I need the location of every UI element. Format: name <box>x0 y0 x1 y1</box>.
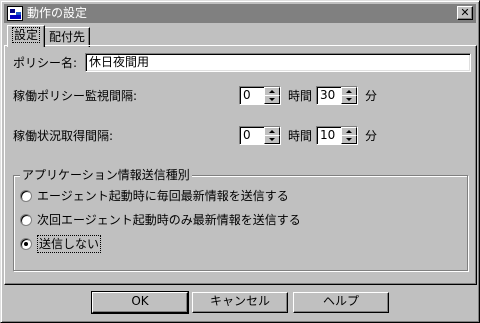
policy-name-label: ポリシー名: <box>13 56 78 70</box>
radio-do-not-send-label: 送信しない <box>37 235 102 253</box>
title-bar[interactable]: 動作の設定 ✕ <box>4 4 476 23</box>
radio-send-every-start-label: エージェント起動時に毎回最新情報を送信する <box>37 189 289 203</box>
status-hours-unit: 時間 <box>288 129 313 143</box>
tab-distribution[interactable]: 配付先 <box>44 27 91 47</box>
app-info-group-title: アプリケーション情報送信種別 <box>20 167 192 183</box>
settings-panel: ポリシー名: 休日夜間用 稼働ポリシー監視間隔: 0 時間 30 分 稼働状況取… <box>4 45 477 285</box>
monitor-minutes-unit: 分 <box>365 89 378 103</box>
monitor-interval-label: 稼働ポリシー監視間隔: <box>13 89 138 103</box>
tab-distribution-label: 配付先 <box>49 30 86 44</box>
status-interval-label: 稼働状況取得間隔: <box>13 129 114 143</box>
status-hours-value: 0 <box>243 128 251 142</box>
monitor-hours-value: 0 <box>243 88 251 102</box>
spin-down-icon[interactable] <box>341 135 357 144</box>
monitor-hours-unit: 時間 <box>288 89 313 103</box>
window-title: 動作の設定 <box>27 6 88 20</box>
policy-name-input[interactable]: 休日夜間用 <box>85 53 471 72</box>
tab-settings[interactable]: 設定 <box>7 25 46 47</box>
spin-down-icon[interactable] <box>264 95 280 104</box>
settings-dialog: 動作の設定 ✕ 設定 配付先 ポリシー名: 休日夜間用 稼働ポリシー監視間隔: … <box>0 0 480 323</box>
help-button[interactable]: ヘルプ <box>293 292 389 313</box>
radio-icon[interactable] <box>20 190 32 202</box>
radio-send-next-start-label: 次回エージェント起動時のみ最新情報を送信する <box>37 213 301 227</box>
radio-icon[interactable] <box>20 214 32 226</box>
monitor-hours-spinner[interactable]: 0 <box>239 86 281 105</box>
status-hours-spinner[interactable]: 0 <box>239 126 281 145</box>
ok-button[interactable]: OK <box>91 291 189 314</box>
close-button[interactable]: ✕ <box>457 6 473 20</box>
spin-down-icon[interactable] <box>341 95 357 104</box>
tab-settings-label: 設定 <box>12 27 41 43</box>
status-minutes-spinner[interactable]: 10 <box>316 126 358 145</box>
status-minutes-value: 10 <box>320 128 336 142</box>
monitor-minutes-value: 30 <box>320 88 336 102</box>
close-icon: ✕ <box>460 6 470 19</box>
app-info-group: アプリケーション情報送信種別 エージェント起動時に毎回最新情報を送信する 次回エ… <box>13 167 468 271</box>
radio-selected-icon[interactable] <box>20 238 32 250</box>
status-minutes-unit: 分 <box>365 129 378 143</box>
monitor-minutes-spinner[interactable]: 30 <box>316 86 358 105</box>
spin-down-icon[interactable] <box>264 135 280 144</box>
policy-name-value: 休日夜間用 <box>89 55 150 69</box>
cancel-button[interactable]: キャンセル <box>192 292 288 313</box>
app-icon <box>7 6 23 21</box>
